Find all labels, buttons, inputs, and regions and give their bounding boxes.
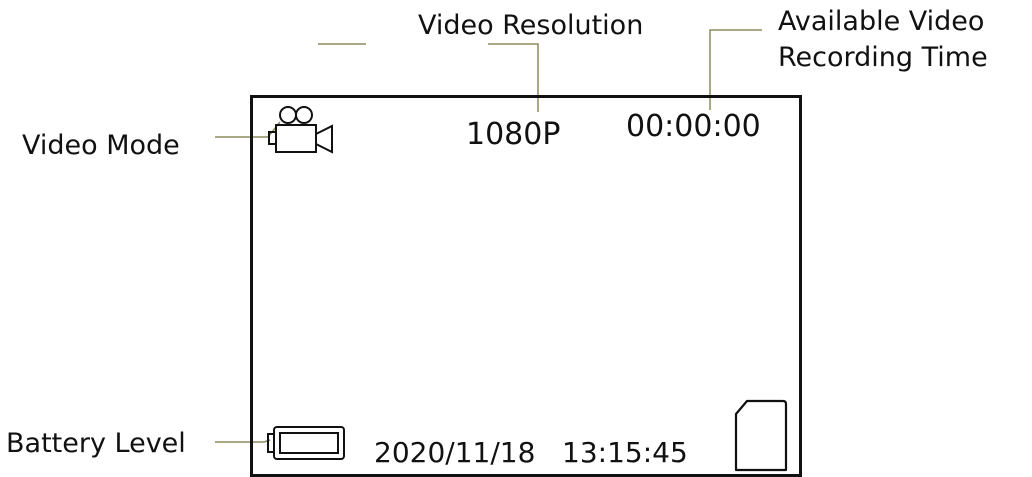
available-time-label-line2: Recording Time xyxy=(778,42,988,73)
video-resolution-label: Video Resolution xyxy=(418,10,644,41)
available-time-label-line1: Available Video xyxy=(778,6,985,37)
video-camera-icon xyxy=(268,106,333,154)
battery-icon xyxy=(267,426,345,460)
recording-time-value: 00:00:00 xyxy=(626,109,761,144)
video-mode-label: Video Mode xyxy=(22,130,180,161)
time-value: 13:15:45 xyxy=(562,436,688,469)
battery-level-label: Battery Level xyxy=(6,428,186,459)
date-value: 2020/11/18 xyxy=(374,436,536,469)
resolution-value: 1080P xyxy=(466,117,561,152)
sd-card-icon xyxy=(734,399,788,472)
